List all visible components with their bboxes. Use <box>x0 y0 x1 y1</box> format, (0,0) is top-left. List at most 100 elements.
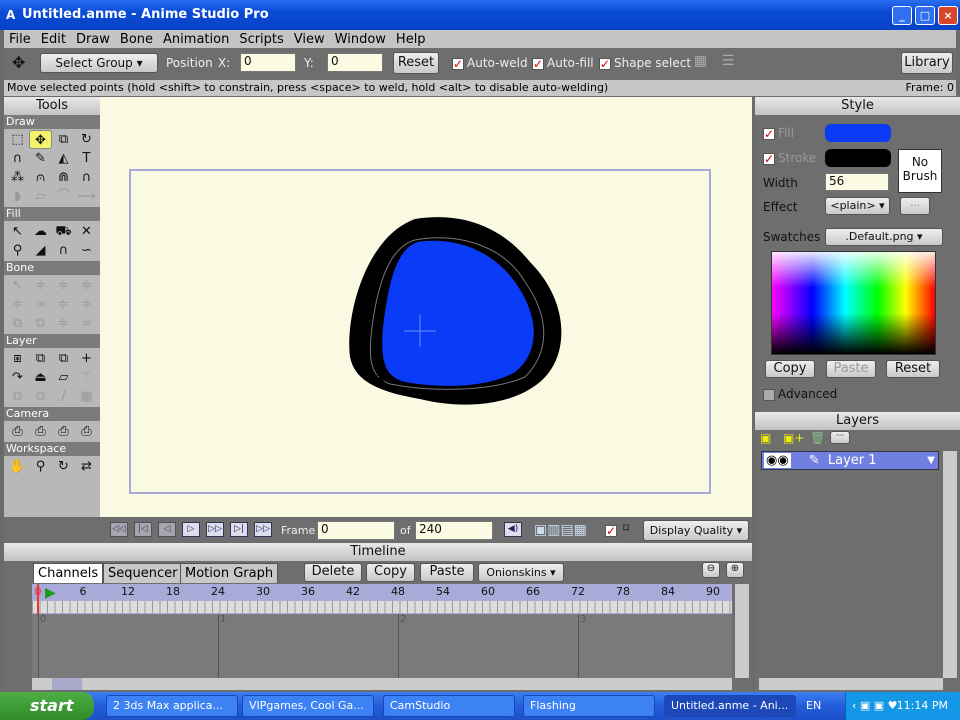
menu-help[interactable]: Help <box>391 32 431 47</box>
select-points-icon[interactable]: ⬚ <box>6 130 29 149</box>
shear-icon[interactable]: ▱ <box>29 187 52 206</box>
add-bone-icon[interactable]: ≑ <box>6 295 29 314</box>
style-reset-button[interactable]: Reset <box>886 360 940 378</box>
track-camera-icon[interactable]: ⎙ <box>6 422 29 441</box>
paint-bucket-icon[interactable]: ⛟ <box>52 222 75 241</box>
fill-color-swatch[interactable] <box>825 124 891 142</box>
timeline-ruler[interactable]: ▶ 0 6 12 18 24 30 36 42 48 54 60 66 72 78 84 90 <box>32 584 732 678</box>
draw-shape-icon[interactable]: ◭ <box>52 149 75 168</box>
bend-icon[interactable]: ⌒ <box>52 187 75 206</box>
menu-animation[interactable]: Animation <box>158 32 234 47</box>
translate-points-icon[interactable]: ✥ <box>29 130 52 149</box>
task-camstudio[interactable]: CamStudio <box>383 695 515 717</box>
effect-dropdown[interactable]: <plain> ▾ <box>825 197 890 215</box>
select-bone-icon[interactable]: ↖ <box>6 276 29 295</box>
rotate-workspace-icon[interactable]: ↻ <box>52 457 75 476</box>
layers-horizontal-scrollbar[interactable] <box>759 678 943 690</box>
canvas[interactable]: ⇱ <box>100 97 752 517</box>
menu-file[interactable]: File <box>4 32 36 47</box>
fast-forward-icon[interactable]: ▷▷ <box>254 522 272 537</box>
advanced-checkbox[interactable]: Advanced <box>763 387 837 401</box>
onionskins-dropdown[interactable]: Onionskins ▾ <box>478 563 564 582</box>
noise-icon[interactable]: ⟶ <box>75 187 98 206</box>
reset-button[interactable]: Reset <box>393 52 439 74</box>
stroke-color-swatch[interactable] <box>825 149 891 167</box>
freehand-icon[interactable]: ✎ <box>29 149 52 168</box>
menu-draw[interactable]: Draw <box>71 32 115 47</box>
roll-camera-icon[interactable]: ⎙ <box>52 422 75 441</box>
tab-sequencer[interactable]: Sequencer <box>103 563 183 583</box>
new-layer-icon[interactable]: ▣ <box>760 431 771 445</box>
pan-tilt-camera-icon[interactable]: ⎙ <box>75 422 98 441</box>
layers-scrollbar[interactable] <box>943 451 957 678</box>
layer-misc-icon[interactable]: ⧉ <box>29 387 52 406</box>
display-quality-dropdown[interactable]: Display Quality ▾ <box>643 520 749 541</box>
perspective-icon[interactable]: ◗ <box>6 187 29 206</box>
select-shape-icon[interactable]: ↖ <box>6 222 29 241</box>
total-frames-input[interactable]: 240 <box>415 521 493 540</box>
sound-icon[interactable]: ◀) <box>504 522 522 537</box>
tab-channels[interactable]: Channels <box>33 563 104 583</box>
flip-layer-icon[interactable]: ▱ <box>52 368 75 387</box>
particle-icon[interactable]: ⧉ <box>6 387 29 406</box>
timeline-vertical-scrollbar[interactable] <box>735 584 749 678</box>
start-button[interactable]: start <box>0 692 94 720</box>
rotate-layer-xy-icon[interactable]: ↷ <box>6 368 29 387</box>
delete-shape-icon[interactable]: ✕ <box>75 222 98 241</box>
orbit-workspace-icon[interactable]: ⇄ <box>75 457 98 476</box>
paste-key-button[interactable]: Paste <box>420 563 474 582</box>
bone-strength-icon[interactable]: ≑ <box>52 295 75 314</box>
task-vipgames[interactable]: VIPgames, Cool Ga... <box>242 695 374 717</box>
step-forward-icon[interactable]: ▷▷ <box>206 522 224 537</box>
stroke-checkbox[interactable]: ✓ Stroke <box>763 151 816 165</box>
play-icon[interactable]: ▷ <box>182 522 200 537</box>
style-paste-button[interactable]: Paste <box>826 360 876 378</box>
eyedropper-layer-icon[interactable]: / <box>52 387 75 406</box>
line-width-icon[interactable]: ◢ <box>29 241 52 260</box>
layer-dropdown-icon[interactable]: ▼ <box>927 452 935 469</box>
brush-button[interactable]: No Brush <box>898 149 942 193</box>
manipulate-bones-icon[interactable]: ≑ <box>75 295 98 314</box>
stroke-exposure-icon[interactable]: ∽ <box>75 241 98 260</box>
scale-layer-icon[interactable]: ⧉ <box>52 349 75 368</box>
menu-scripts[interactable]: Scripts <box>234 32 288 47</box>
create-shape-icon[interactable]: ☁ <box>29 222 52 241</box>
eyedropper-icon[interactable]: ⚲ <box>6 241 29 260</box>
close-button[interactable]: × <box>938 6 958 25</box>
auto-fill-checkbox[interactable]: ✓ Auto-fill <box>532 56 594 70</box>
menu-view[interactable]: View <box>289 32 330 47</box>
fill-checkbox[interactable]: ✓ Fill <box>763 126 794 140</box>
menu-edit[interactable]: Edit <box>36 32 71 47</box>
rotate-points-icon[interactable]: ↻ <box>75 130 98 149</box>
offset-bone-icon[interactable]: ≑ <box>52 314 75 333</box>
color-swatch-palette[interactable] <box>771 251 936 355</box>
maximize-button[interactable]: □ <box>915 6 935 25</box>
tray-icons[interactable]: ‹ ▣ ▣ ♥ <box>852 699 898 712</box>
hide-edge-icon[interactable]: ∩ <box>52 241 75 260</box>
layer-more-button[interactable]: ··· <box>830 431 850 444</box>
layer-row[interactable]: ◉◉ ✎ Layer 1 ▼ <box>761 451 939 470</box>
rotate-layer-z-icon[interactable]: + <box>75 349 98 368</box>
add-point-icon[interactable]: ∩ <box>6 149 29 168</box>
bone-other-icon[interactable]: ∞ <box>75 314 98 333</box>
scatter-brush-icon[interactable]: ⁂ <box>6 168 29 187</box>
settings-list-icon[interactable]: ☰ <box>722 53 735 69</box>
weld-tool-icon[interactable]: ▦ <box>694 53 707 69</box>
view-layout-icons[interactable]: ▣▥▤▦ <box>534 522 587 538</box>
effect-more-button[interactable]: ... <box>900 197 930 215</box>
reparent-bone-icon[interactable]: ∞ <box>29 295 52 314</box>
scroll-thumb[interactable] <box>52 678 82 690</box>
magnet-icon[interactable]: ∩ <box>75 168 98 187</box>
swatches-dropdown[interactable]: .Default.png ▾ <box>825 228 943 246</box>
zoom-icon[interactable]: ⚲ <box>29 457 52 476</box>
layer-visibility-icon[interactable]: ◉◉ <box>764 453 791 468</box>
rotate-bone-icon[interactable]: ≑ <box>75 276 98 295</box>
library-button[interactable]: Library <box>901 52 953 74</box>
onionskin-toggle[interactable]: ✓ <box>605 523 620 537</box>
delete-layer-icon[interactable]: 🗑 <box>810 431 825 445</box>
switch-layer-icon[interactable]: ⚚ <box>75 368 98 387</box>
step-back-icon[interactable]: ◁ <box>158 522 176 537</box>
timeline-horizontal-scrollbar[interactable] <box>32 678 732 690</box>
x-position-input[interactable]: 0 <box>240 53 296 72</box>
translate-bone-icon[interactable]: ≑ <box>29 276 52 295</box>
